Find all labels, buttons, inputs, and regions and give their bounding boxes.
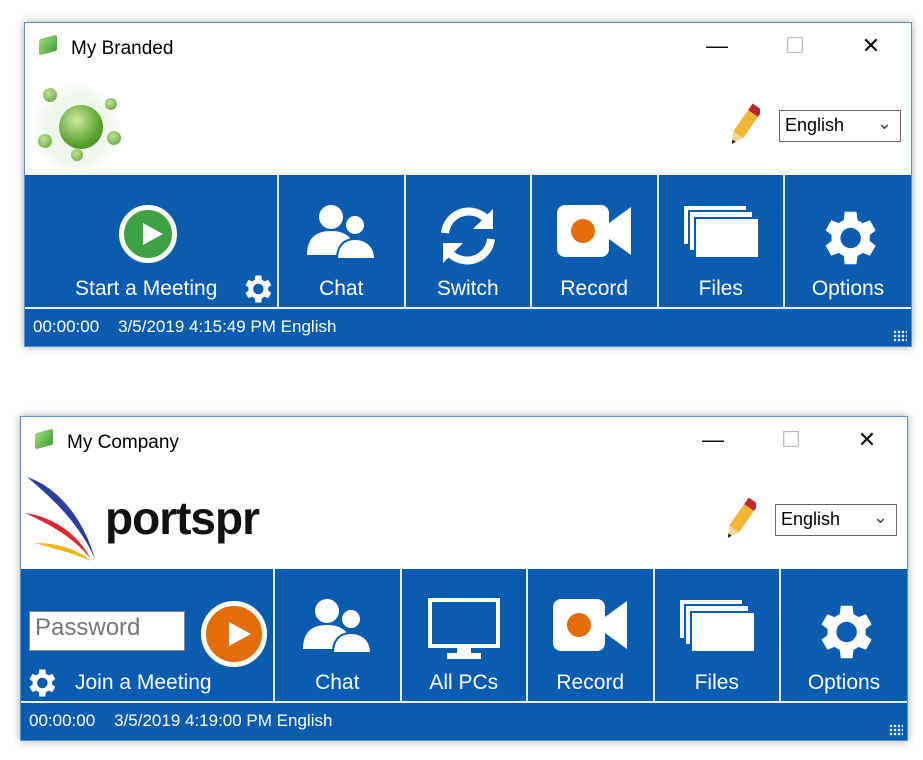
toolbar-button-label: Options bbox=[807, 671, 881, 694]
monitor-icon bbox=[427, 597, 501, 666]
meeting-settings-gear-icon[interactable] bbox=[239, 271, 275, 312]
chevron-down-icon: ⌄ bbox=[876, 113, 892, 133]
toolbar-button-label: All PCs bbox=[429, 671, 499, 694]
status-bar: 00:00:00 3/5/2019 4:19:00 PM English bbox=[21, 701, 907, 740]
gear-icon bbox=[813, 203, 883, 278]
company-logo: portspr bbox=[23, 473, 263, 567]
chevron-down-icon: ⌄ bbox=[872, 507, 888, 527]
language-dropdown[interactable]: English ⌄ bbox=[779, 110, 901, 142]
app-icon bbox=[39, 34, 57, 56]
toolbar-button-label: Options bbox=[811, 277, 885, 300]
toolbar: Start a Meeting Chat Switch Record Files… bbox=[25, 175, 911, 307]
password-input[interactable]: Password bbox=[29, 611, 185, 651]
resize-grip[interactable] bbox=[893, 330, 907, 342]
switch-icon bbox=[433, 203, 503, 274]
users-icon bbox=[299, 597, 375, 662]
gear-icon bbox=[809, 597, 879, 672]
toolbar-button-label: Switch bbox=[436, 277, 499, 300]
status-datetime: 3/5/2019 4:19:00 PM bbox=[114, 711, 272, 730]
window-title: My Branded bbox=[71, 38, 174, 59]
toolbar-button-options[interactable]: Options bbox=[785, 175, 911, 307]
language-dropdown[interactable]: English ⌄ bbox=[775, 504, 897, 536]
join-play-button[interactable] bbox=[201, 601, 267, 667]
toolbar-button-label: Record bbox=[560, 277, 629, 300]
toolbar: Password Join a Meeting Chat All PCs Rec… bbox=[21, 569, 907, 701]
pencil-icon[interactable] bbox=[730, 101, 760, 149]
window-title: My Company bbox=[67, 432, 179, 453]
language-value: English bbox=[781, 509, 841, 529]
pencil-icon[interactable] bbox=[726, 495, 756, 543]
green-orb-logo bbox=[29, 85, 124, 173]
minimize-icon[interactable]: — bbox=[697, 33, 737, 63]
status-timer: 00:00:00 bbox=[29, 711, 96, 730]
toolbar-button-record[interactable]: Record bbox=[528, 569, 655, 701]
password-placeholder: Password bbox=[35, 614, 141, 641]
users-icon bbox=[303, 203, 379, 268]
toolbar-button-options[interactable]: Options bbox=[781, 569, 907, 701]
maximize-icon[interactable]: ☐ bbox=[775, 33, 815, 63]
app-icon bbox=[35, 428, 53, 450]
app-window: My Branded — ☐ ✕ English ⌄ Start a Meetin… bbox=[24, 22, 912, 347]
maximize-icon[interactable]: ☐ bbox=[771, 427, 811, 457]
close-icon[interactable]: ✕ bbox=[847, 427, 887, 457]
join-settings-gear-icon[interactable] bbox=[23, 665, 59, 706]
language-value: English bbox=[785, 115, 845, 135]
join-meeting-panel: Password Join a Meeting bbox=[21, 569, 275, 701]
toolbar-button-files[interactable]: Files bbox=[655, 569, 781, 701]
join-meeting-label: Join a Meeting bbox=[75, 671, 212, 694]
title-bar: My Company — ☐ ✕ bbox=[21, 417, 907, 467]
start-meeting-label: Start a Meeting bbox=[75, 277, 218, 300]
title-bar: My Branded — ☐ ✕ bbox=[25, 23, 911, 73]
close-icon[interactable]: ✕ bbox=[851, 33, 891, 63]
video-camera-icon bbox=[551, 597, 629, 658]
toolbar-button-record[interactable]: Record bbox=[532, 175, 659, 307]
toolbar-button-all-pcs[interactable]: All PCs bbox=[402, 569, 528, 701]
toolbar-button-label: Chat bbox=[315, 671, 360, 694]
toolbar-button-label: Record bbox=[556, 671, 625, 694]
toolbar-button-chat[interactable]: Chat bbox=[275, 569, 402, 701]
app-window: My Company — ☐ ✕ portspr English ⌄ Passwo… bbox=[20, 416, 908, 741]
toolbar-button-chat[interactable]: Chat bbox=[279, 175, 406, 307]
resize-grip[interactable] bbox=[889, 724, 903, 736]
status-language: English bbox=[280, 317, 337, 336]
status-timer: 00:00:00 bbox=[33, 317, 100, 336]
toolbar-button-label: Files bbox=[694, 671, 739, 694]
files-icon bbox=[677, 597, 757, 660]
files-icon bbox=[681, 203, 761, 266]
status-language: English bbox=[276, 711, 333, 730]
status-datetime: 3/5/2019 4:15:49 PM bbox=[118, 317, 276, 336]
status-bar: 00:00:00 3/5/2019 4:15:49 PM English bbox=[25, 307, 911, 346]
toolbar-button-label: Files bbox=[698, 277, 743, 300]
toolbar-button-files[interactable]: Files bbox=[659, 175, 785, 307]
video-camera-icon bbox=[555, 203, 633, 264]
start-meeting-button[interactable]: Start a Meeting bbox=[25, 175, 279, 307]
toolbar-button-label: Chat bbox=[319, 277, 364, 300]
toolbar-button-switch[interactable]: Switch bbox=[406, 175, 532, 307]
minimize-icon[interactable]: — bbox=[693, 427, 733, 457]
play-icon bbox=[119, 205, 177, 263]
